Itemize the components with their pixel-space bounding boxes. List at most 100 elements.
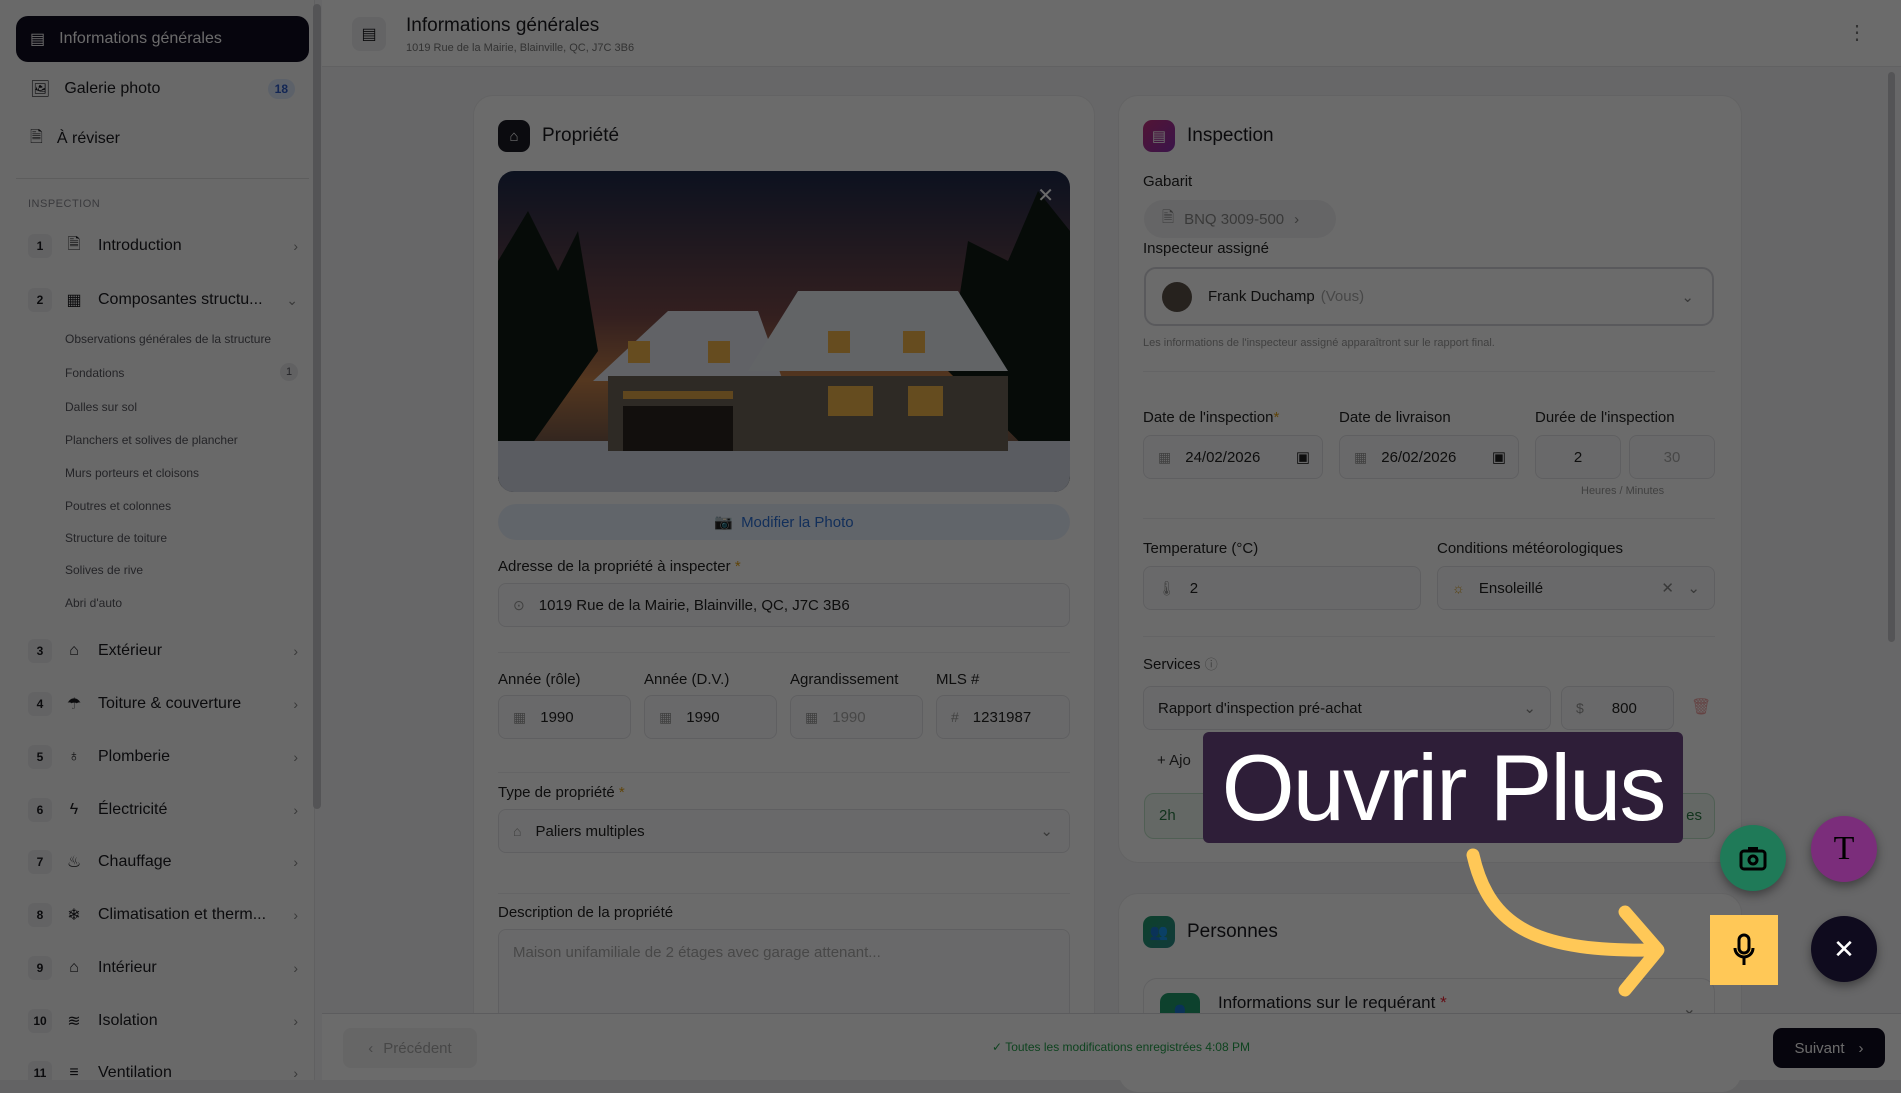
more-vertical-icon[interactable]: ⋮: [1847, 20, 1867, 45]
trash-icon[interactable]: 🗑: [1691, 697, 1711, 717]
inspector-select[interactable]: Frank Duchamp (Vous) ⌄: [1144, 267, 1714, 326]
sidebar-step-structural[interactable]: 2 ▦ Composantes structu... ⌄: [28, 285, 308, 315]
card-title: Propriété: [542, 125, 620, 146]
chevron-right-icon: ›: [293, 802, 298, 818]
delivery-date-label: Date de livraison: [1339, 409, 1451, 426]
inspection-date-input[interactable]: ▦ 24/02/2026 ▣: [1143, 435, 1323, 479]
clipboard-icon: ▤: [1143, 120, 1175, 152]
property-card: ⌂ Propriété ✕ 📷 Modifier la Photo Adresse …: [473, 95, 1095, 1055]
sidebar-subitem[interactable]: Planchers et solives de plancher: [65, 433, 238, 447]
sidebar-subitem[interactable]: Solives de rive: [65, 563, 143, 577]
sidebar-step-climate[interactable]: 8 ❄ Climatisation et therm... ›: [28, 900, 308, 930]
sidebar-subitem[interactable]: Poutres et colonnes: [65, 499, 171, 513]
calendar-icon: ▦: [1158, 448, 1172, 465]
next-button[interactable]: Suivant ›: [1773, 1028, 1885, 1068]
close-fab[interactable]: ✕: [1811, 916, 1877, 982]
clear-icon[interactable]: ✕: [1661, 579, 1674, 597]
camera-fab[interactable]: [1720, 825, 1786, 891]
previous-button[interactable]: ‹ Précédent: [343, 1028, 477, 1068]
card-title: Inspection: [1187, 125, 1274, 146]
info-icon[interactable]: ⓘ: [1205, 657, 1218, 672]
exterior-icon: ⌂: [69, 642, 79, 659]
roofing-icon: ☂: [66, 696, 82, 713]
chevron-right-icon: ›: [293, 749, 298, 765]
hours-input[interactable]: 2: [1535, 435, 1621, 479]
arrow-annotation: [1466, 848, 1665, 997]
thermometer-icon: 🌡: [1158, 579, 1176, 596]
microphone-button[interactable]: [1710, 915, 1778, 985]
weather-select[interactable]: ☼ Ensoleillé ✕ ⌄: [1437, 566, 1715, 610]
chevron-right-icon: ›: [293, 907, 298, 923]
sidebar-step-ventilation[interactable]: 11 ≡ Ventilation ›: [28, 1058, 308, 1088]
remove-photo-icon[interactable]: ✕: [1037, 183, 1054, 208]
price-input[interactable]: $800: [1561, 686, 1674, 730]
weather-label: Conditions météorologiques: [1437, 540, 1623, 557]
check-icon: ✓: [992, 1040, 1003, 1054]
year-role-input[interactable]: ▦ 1990: [498, 695, 631, 739]
nav-photo-gallery[interactable]: 🖼 Galerie photo 18: [16, 66, 309, 112]
sidebar-step-interior[interactable]: 9 ⌂ Intérieur ›: [28, 953, 308, 983]
page-subtitle: 1019 Rue de la Mairie, Blainville, QC, J…: [406, 42, 635, 54]
mls-label: MLS #: [936, 671, 980, 688]
sidebar-subitem[interactable]: Murs porteurs et cloisons: [65, 466, 199, 480]
sidebar-subitem[interactable]: Observations générales de la structure: [65, 332, 271, 346]
sidebar-step-exterior[interactable]: 3 ⌂ Extérieur ›: [28, 636, 308, 666]
template-label: Gabarit: [1143, 173, 1193, 190]
sidebar-step-heating[interactable]: 7 ♨ Chauffage ›: [28, 847, 308, 877]
nav-to-review[interactable]: 🗎 À réviser: [16, 116, 309, 162]
duration-hint: Heures / Minutes: [1581, 485, 1665, 497]
file-icon: 🗎: [1162, 208, 1175, 226]
sidebar-subitem[interactable]: Abri d'auto: [65, 596, 122, 610]
gallery-icon: 🖼: [30, 81, 51, 98]
calendar-icon: ▦: [513, 708, 527, 725]
divider: [1143, 518, 1715, 519]
sidebar-subitem[interactable]: Structure de toiture: [65, 531, 167, 545]
plumbing-icon: ♁: [68, 748, 80, 765]
file-search-icon: 🗎: [30, 128, 43, 146]
nav-general-info[interactable]: ▤ Informations générales: [16, 16, 309, 62]
address-input[interactable]: ⊙ 1019 Rue de la Mairie, Blainville, QC, …: [498, 583, 1070, 627]
section-label: INSPECTION: [28, 198, 101, 210]
calendar-picker-icon[interactable]: ▣: [1492, 448, 1506, 466]
temperature-input[interactable]: 🌡 2: [1143, 566, 1421, 610]
duration-label: Durée de l'inspection: [1535, 409, 1675, 426]
chevron-down-icon: ⌄: [1687, 580, 1700, 597]
template-pill[interactable]: 🗎 BNQ 3009-500 ›: [1144, 200, 1336, 238]
introduction-icon: 🗎: [67, 235, 81, 253]
year-dv-input[interactable]: ▦ 1990: [644, 695, 777, 739]
divider: [498, 893, 1070, 894]
main-scrollbar[interactable]: [1888, 72, 1895, 642]
modify-photo-button[interactable]: 📷 Modifier la Photo: [498, 504, 1070, 540]
services-label: Services: [1143, 656, 1201, 673]
chevron-right-icon: ›: [293, 854, 298, 870]
home-icon: ⌂: [513, 823, 522, 839]
sidebar-step-introduction[interactable]: 1 🗎 Introduction ›: [28, 231, 308, 261]
map-pin-icon: ⊙: [513, 596, 525, 613]
extension-input[interactable]: ▦ 1990: [790, 695, 923, 739]
address-label: Adresse de la propriété à inspecter: [498, 558, 731, 575]
sidebar-subitem[interactable]: Fondations 1: [65, 363, 298, 381]
step-number: 11: [28, 1061, 52, 1085]
service-select[interactable]: Rapport d'inspection pré-achat ⌄: [1143, 686, 1551, 730]
chevron-right-icon: ›: [293, 643, 298, 659]
step-number: 10: [28, 1009, 52, 1033]
home-icon: ⌂: [498, 120, 530, 152]
property-type-select[interactable]: ⌂ Paliers multiples ⌄: [498, 809, 1070, 853]
calendar-icon: ▦: [659, 708, 673, 725]
sidebar-step-plumbing[interactable]: 5 ♁ Plomberie ›: [28, 742, 308, 772]
chevron-right-icon: ›: [293, 960, 298, 976]
sidebar-step-electrical[interactable]: 6 ϟ Électricité ›: [28, 795, 308, 825]
text-fab[interactable]: T: [1811, 816, 1877, 882]
sidebar-subitem[interactable]: Dalles sur sol: [65, 400, 137, 414]
sidebar-step-insulation[interactable]: 10 ≋ Isolation ›: [28, 1006, 308, 1036]
sidebar-step-roofing[interactable]: 4 ☂ Toiture & couverture ›: [28, 689, 308, 719]
calendar-picker-icon[interactable]: ▣: [1296, 448, 1310, 466]
sidebar-scrollbar[interactable]: [313, 4, 321, 809]
add-service-button[interactable]: + Ajo: [1157, 752, 1191, 769]
mls-input[interactable]: #1231987: [936, 695, 1070, 739]
delivery-date-input[interactable]: ▦ 26/02/2026 ▣: [1339, 435, 1519, 479]
page-title: Informations générales: [406, 15, 600, 36]
minutes-input[interactable]: 30: [1629, 435, 1715, 479]
save-status: ✓ Toutes les modifications enregistrées …: [992, 1040, 1250, 1054]
inspection-date-label: Date de l'inspection: [1143, 409, 1274, 426]
